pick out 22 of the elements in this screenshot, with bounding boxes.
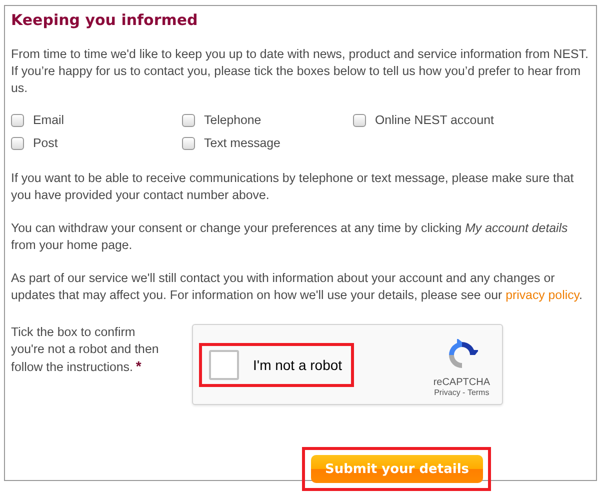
terms-link[interactable]: Terms	[467, 388, 490, 396]
privacy-link[interactable]: Privacy	[434, 388, 460, 396]
checkbox-label[interactable]: Telephone	[204, 113, 262, 127]
checkbox[interactable]	[182, 136, 195, 150]
intro-paragraph: From time to time we'd like to keep you up to date with news, product and service information from NEST. If you’re happy for us to contact you, please tick the boxes below to tell us how you’d prefer to hear from us.	[11, 46, 590, 97]
captcha-instructions: Tick the box to confirm you're not a robot and then follow the instructions. *	[11, 324, 160, 376]
checkbox[interactable]	[11, 136, 24, 150]
checkbox-label[interactable]: Text message	[204, 136, 280, 150]
info-paragraph: As part of our service we'll still contact you with information about your account and any changes or updates that may affect you. For information on how we'll use your details, please see our privacy policy.	[11, 270, 584, 304]
info-paragraph: If you want to be able to receive communications by telephone or text message, please make sure that you have provided your contact number above.	[11, 170, 575, 204]
checkbox[interactable]	[11, 114, 24, 126]
info-paragraph: You can withdraw your consent or change your preferences at any time by clicking My account details from your home page.	[11, 220, 569, 254]
checkbox-label[interactable]: Email	[33, 113, 64, 127]
checkbox-label[interactable]: Online NEST account	[375, 113, 494, 127]
captcha-label: I'm not a robot	[253, 356, 342, 372]
checkbox[interactable]	[353, 114, 366, 126]
captcha-checkbox[interactable]	[209, 350, 239, 380]
recaptcha-brand: reCAPTCHA	[433, 376, 490, 388]
checkbox[interactable]	[182, 114, 195, 126]
section-heading: Keeping you informed	[11, 10, 199, 30]
checkbox-label[interactable]: Post	[33, 136, 58, 150]
link-separator: -	[462, 388, 466, 396]
